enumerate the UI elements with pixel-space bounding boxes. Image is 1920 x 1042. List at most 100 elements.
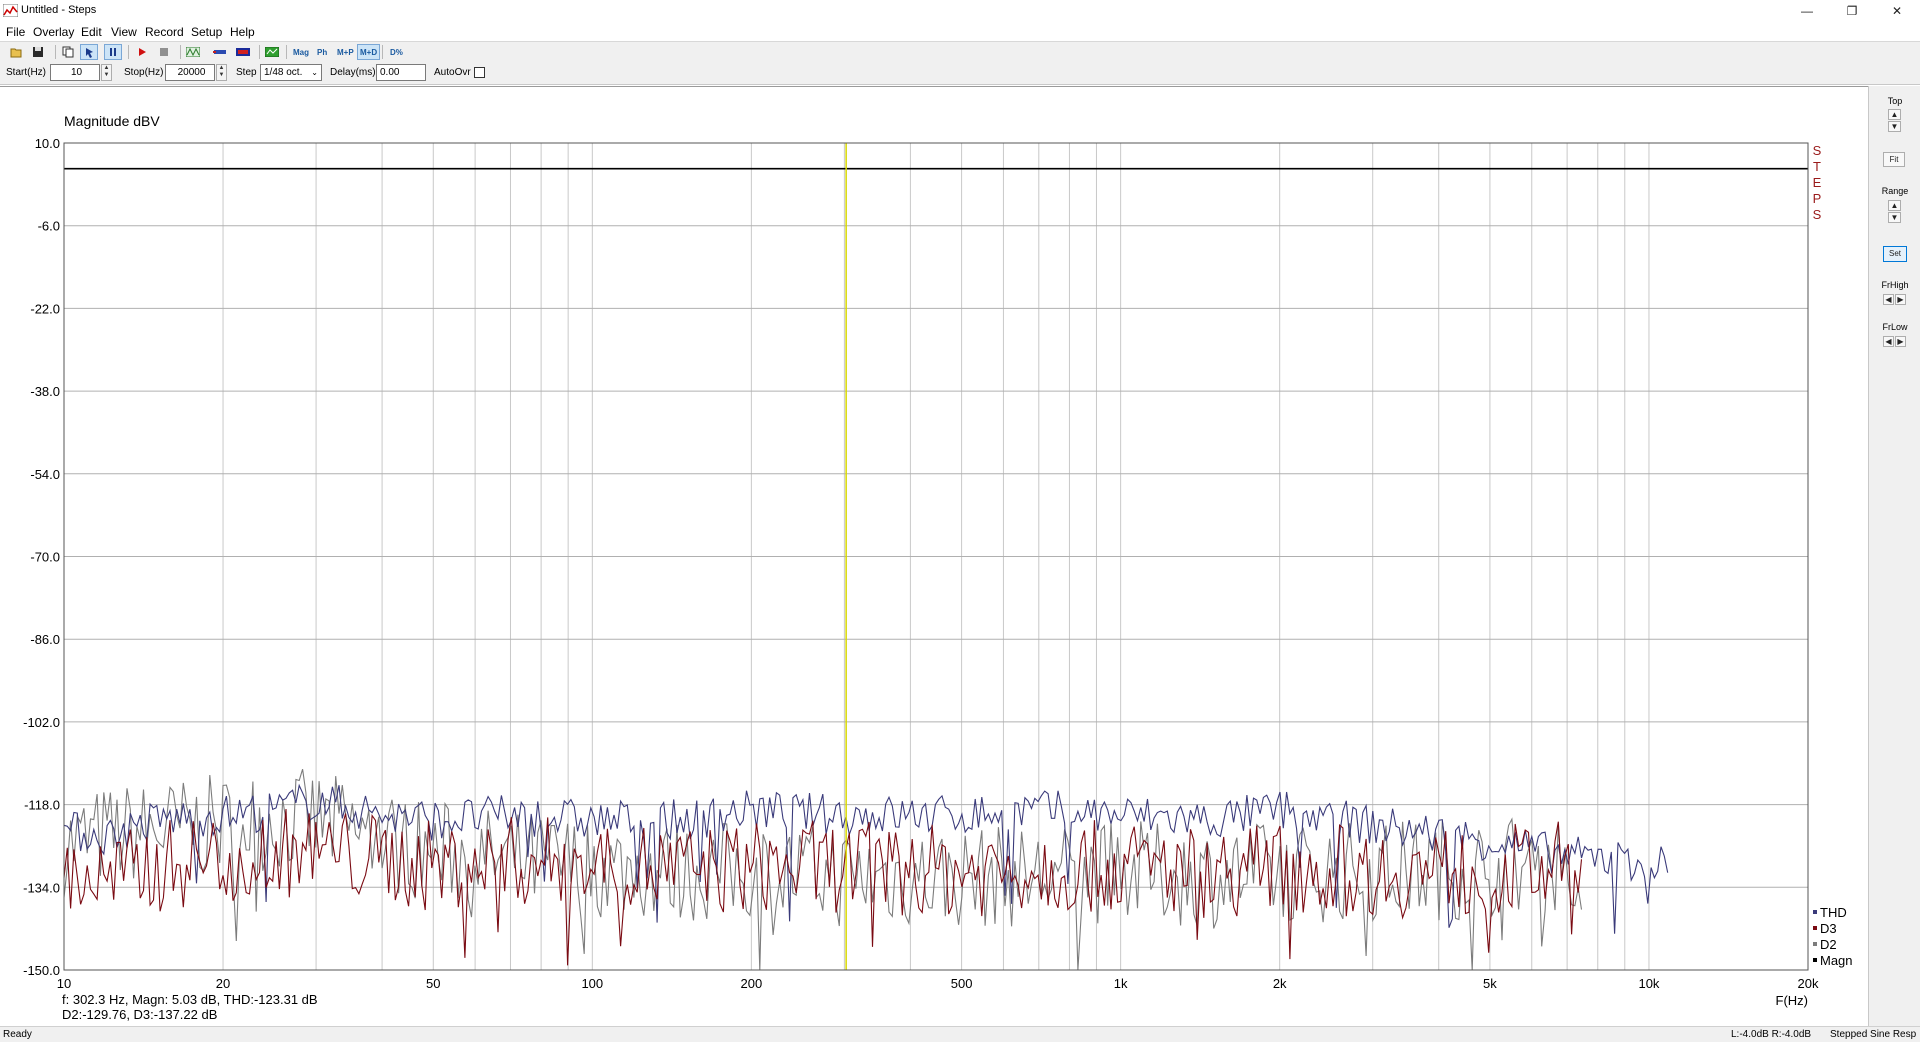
play-icon[interactable] (133, 44, 151, 60)
y-tick-label: -134.0 (23, 880, 60, 895)
y-tick-label: -6.0 (38, 219, 60, 234)
frlow-label: FrLow (1882, 322, 1908, 332)
spectrum-icon[interactable] (263, 44, 281, 60)
toolbar-separator (180, 45, 181, 59)
y-tick-label: -118.0 (24, 798, 60, 813)
menu-edit[interactable]: Edit (81, 25, 102, 39)
stop-hz-input[interactable]: 20000 (165, 64, 215, 81)
menu-record[interactable]: Record (145, 25, 184, 39)
legend-label-magn: Magn (1820, 953, 1853, 968)
status-bar: Ready L:-4.0dB R:-4.0dB Stepped Sine Res… (0, 1026, 1920, 1042)
y-tick-label: -22.0 (30, 301, 60, 316)
window-title: Untitled - Steps (21, 4, 97, 16)
toolbar-separator (259, 45, 260, 59)
x-tick-label: 2k (1273, 976, 1287, 991)
logo-letter: P (1813, 191, 1822, 206)
menu-bar: File Overlay Edit View Record Setup Help (0, 22, 1920, 41)
y-tick-labels: 10.0 -6.0 -22.0 -38.0 -54.0 -70.0 -86.0 -102.0 -… (23, 136, 60, 978)
x-tick-label: 20k (1798, 976, 1819, 991)
step-select[interactable]: 1/48 oct. ⌄ (260, 64, 322, 81)
open-icon[interactable] (7, 44, 25, 60)
logo-letter: S (1813, 143, 1822, 158)
mode-mag-distortion-button[interactable]: M+D (357, 44, 381, 60)
sweep-icon[interactable] (184, 44, 202, 60)
toolbar-separator (128, 45, 129, 59)
plot-area[interactable]: Magnitude dBV 10.0 -6.0 -22.0 -38.0 -54.0 -70… (0, 86, 1868, 1026)
range-down-button[interactable]: ▼ (1888, 212, 1901, 223)
menu-setup[interactable]: Setup (191, 25, 222, 39)
series-line-thd (63, 783, 1669, 934)
frequency-response-chart[interactable]: Magnitude dBV 10.0 -6.0 -22.0 -38.0 -54.0 -70… (0, 87, 1868, 1027)
cursor-icon[interactable] (80, 44, 98, 60)
start-label: Start(Hz) (6, 67, 46, 78)
top-up-button[interactable]: ▲ (1888, 109, 1901, 120)
x-tick-labels: 10 20 50 100 200 500 1k 2k 5k 10k 20k (57, 976, 1819, 991)
y-tick-label: -38.0 (30, 384, 60, 399)
range-up-button[interactable]: ▲ (1888, 200, 1901, 211)
delay-input[interactable]: 0.00 (376, 64, 426, 81)
frlow-right-button[interactable]: ▶ (1895, 336, 1906, 347)
legend-swatch-d3 (1813, 926, 1817, 930)
grid (63, 142, 1809, 971)
status-mode: Stepped Sine Resp (1830, 1029, 1917, 1040)
toolbar-separator (286, 45, 287, 59)
stop-label: Stop(Hz) (124, 67, 164, 78)
legend-label-thd: THD (1820, 905, 1847, 920)
app-icon (3, 4, 18, 17)
top-down-button[interactable]: ▼ (1888, 121, 1901, 132)
x-tick-label: 100 (581, 976, 603, 991)
frhigh-left-button[interactable]: ◀ (1883, 294, 1894, 305)
toolbar: Mag Ph M+P M+D D% (0, 41, 1920, 61)
mode-phase-button[interactable]: Ph (314, 44, 330, 60)
title-bar: Untitled - Steps — ❐ ✕ (0, 0, 1920, 22)
loop-icon[interactable] (211, 44, 229, 60)
legend: THDD3D2Magn (1813, 905, 1853, 968)
toolbar-separator (55, 45, 56, 59)
y-tick-label: -70.0 (30, 550, 60, 565)
stop-hz-spinner[interactable]: ▲ ▼ (216, 64, 227, 81)
top-label: Top (1887, 96, 1903, 106)
delay-label: Delay(ms) (330, 67, 376, 78)
readout-line-1: f: 302.3 Hz, Magn: 5.03 dB, THD:-123.31 … (62, 992, 318, 1007)
legend-swatch-d2 (1813, 942, 1817, 946)
chevron-down-icon: ⌄ (311, 68, 318, 77)
stop-icon[interactable] (155, 44, 173, 60)
y-tick-label: -150.0 (23, 963, 60, 978)
menu-overlay[interactable]: Overlay (33, 25, 74, 39)
copy-icon[interactable] (59, 44, 77, 60)
mode-distortion-percent-button[interactable]: D% (387, 44, 406, 60)
menu-file[interactable]: File (6, 25, 25, 39)
restore-button[interactable]: ❐ (1830, 0, 1874, 22)
mode-mag-button[interactable]: Mag (290, 44, 312, 60)
step-label: Step (236, 67, 257, 78)
right-panel: Top ▲ ▼ Fit Range ▲ ▼ Set FrHigh ◀ ▶ FrL… (1868, 86, 1920, 1026)
set-button[interactable]: Set (1883, 246, 1907, 262)
logo-letter: T (1813, 159, 1821, 174)
toolbar-separator (382, 45, 383, 59)
minimize-button[interactable]: — (1785, 0, 1829, 22)
close-button[interactable]: ✕ (1875, 0, 1919, 22)
mode-mag-phase-button[interactable]: M+P (334, 44, 357, 60)
generator-icon[interactable] (234, 44, 252, 60)
status-text: Ready (3, 1029, 32, 1040)
menu-help[interactable]: Help (230, 25, 255, 39)
menu-view[interactable]: View (111, 25, 137, 39)
autoovr-checkbox[interactable] (474, 67, 485, 78)
series-group (63, 167, 1808, 971)
step-select-value: 1/48 oct. (264, 67, 303, 78)
logo-letter: E (1813, 175, 1822, 190)
frlow-left-button[interactable]: ◀ (1883, 336, 1894, 347)
legend-swatch-magn (1813, 958, 1817, 962)
save-icon[interactable] (29, 44, 47, 60)
legend-swatch-thd (1813, 910, 1817, 914)
pause-icon[interactable] (104, 44, 122, 60)
status-levels: L:-4.0dB R:-4.0dB (1731, 1029, 1812, 1040)
frhigh-right-button[interactable]: ▶ (1895, 294, 1906, 305)
start-hz-spinner[interactable]: ▲ ▼ (101, 64, 112, 81)
start-hz-input[interactable]: 10 (50, 64, 100, 81)
fit-button[interactable]: Fit (1883, 152, 1905, 167)
x-tick-label: 10k (1638, 976, 1659, 991)
sweep-controls: Start(Hz) 10 ▲ ▼ Stop(Hz) 20000 ▲ ▼ Step 1… (0, 61, 1920, 85)
y-tick-label: -54.0 (30, 467, 60, 482)
x-tick-label: 500 (951, 976, 973, 991)
